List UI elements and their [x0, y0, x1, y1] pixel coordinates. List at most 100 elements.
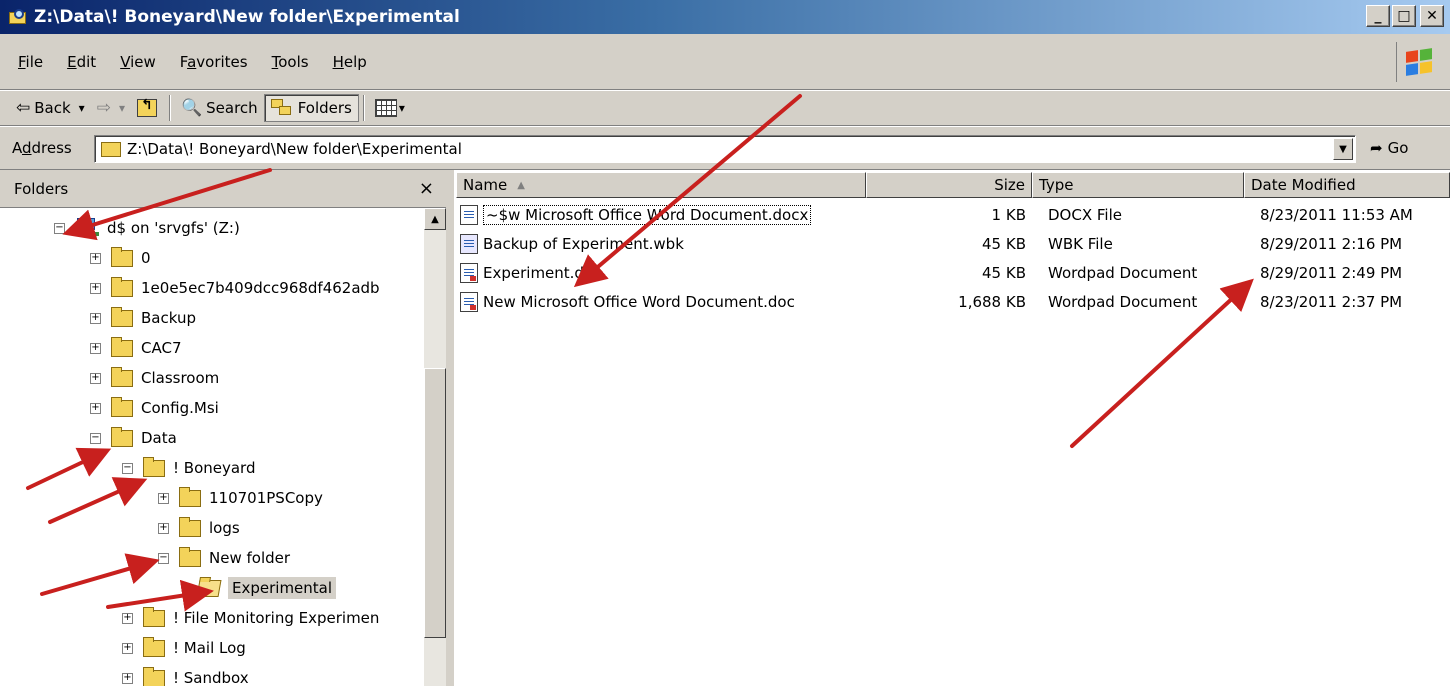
- file-size: 45 KB: [982, 264, 1026, 282]
- menu-help[interactable]: Help: [323, 51, 377, 73]
- wbk-file-icon: [460, 234, 478, 254]
- tree-item[interactable]: − Data: [90, 424, 177, 452]
- collapse-icon[interactable]: −: [158, 552, 169, 564]
- menu-edit[interactable]: Edit: [57, 51, 106, 73]
- column-header-name[interactable]: Name ▲: [456, 172, 866, 198]
- tree-item[interactable]: + Config.Msi: [90, 394, 219, 422]
- file-type: Wordpad Document: [1048, 264, 1198, 282]
- tree-item[interactable]: + ! Mail Log: [122, 634, 246, 662]
- tree-item-label: 1e0e5ec7b409dcc968df462adb: [141, 279, 380, 297]
- tree-item[interactable]: − New folder: [158, 544, 290, 572]
- expand-icon[interactable]: +: [122, 642, 133, 654]
- file-type: Wordpad Document: [1048, 293, 1198, 311]
- scroll-thumb[interactable]: [424, 368, 446, 638]
- column-header-type[interactable]: Type: [1032, 172, 1244, 198]
- file-name: Backup of Experiment.wbk: [483, 235, 684, 253]
- title-bar[interactable]: Z:\Data\! Boneyard\New folder\Experiment…: [0, 0, 1450, 34]
- back-dropdown-icon[interactable]: ▾: [79, 101, 85, 115]
- expand-icon[interactable]: +: [122, 672, 133, 684]
- address-input[interactable]: Z:\Data\! Boneyard\New folder\Experiment…: [94, 135, 1356, 163]
- menu-view[interactable]: View: [110, 51, 166, 73]
- file-size: 1,688 KB: [958, 293, 1026, 311]
- file-type: DOCX File: [1048, 206, 1122, 224]
- collapse-icon[interactable]: −: [122, 462, 133, 474]
- column-header-date-modified[interactable]: Date Modified: [1244, 172, 1450, 198]
- pane-splitter[interactable]: [446, 170, 454, 686]
- scroll-up-button[interactable]: ▲: [424, 208, 446, 230]
- file-row[interactable]: New Microsoft Office Word Document.doc 1,…: [454, 289, 1450, 315]
- column-header-size[interactable]: Size: [866, 172, 1032, 198]
- tree-item-label: Config.Msi: [141, 399, 219, 417]
- wordpad-doc-icon: [460, 263, 478, 283]
- tree-item[interactable]: + ! File Monitoring Experimen: [122, 604, 379, 632]
- expand-icon[interactable]: +: [90, 282, 101, 294]
- expand-icon[interactable]: +: [90, 342, 101, 354]
- tree-item[interactable]: + Backup: [90, 304, 196, 332]
- up-folder-button[interactable]: [131, 94, 165, 122]
- menu-favorites[interactable]: Favorites: [170, 51, 258, 73]
- maximize-button[interactable]: □: [1392, 5, 1416, 27]
- menu-tools[interactable]: Tools: [262, 51, 319, 73]
- folder-icon: [111, 336, 133, 357]
- file-row[interactable]: Backup of Experiment.wbk 45 KB WBK File 8/2…: [454, 231, 1450, 257]
- address-dropdown-button[interactable]: ▼: [1333, 138, 1353, 160]
- address-bar: Address Z:\Data\! Boneyard\New folder\Ex…: [0, 126, 1450, 170]
- folder-icon: [179, 486, 201, 507]
- folder-icon: [111, 306, 133, 327]
- file-type: WBK File: [1048, 235, 1113, 253]
- folder-icon: [111, 276, 133, 297]
- folders-pane: Folders × − d$ on 'srvgfs' (Z:) +0 +1e0e5ec…: [0, 170, 446, 686]
- views-button[interactable]: ▾: [369, 94, 411, 122]
- expand-icon[interactable]: +: [90, 372, 101, 384]
- tree-item[interactable]: +0: [90, 244, 151, 272]
- file-date-modified: 8/23/2011 11:53 AM: [1260, 206, 1413, 224]
- tree-item[interactable]: − ! Boneyard: [122, 454, 255, 482]
- tree-item[interactable]: +110701PSCopy: [158, 484, 323, 512]
- expand-icon[interactable]: +: [90, 252, 101, 264]
- tree-item[interactable]: + CAC7: [90, 334, 182, 362]
- tree-item[interactable]: +1e0e5ec7b409dcc968df462adb: [90, 274, 380, 302]
- tree-item-label: ! Mail Log: [173, 639, 246, 657]
- tree-item-label: Data: [141, 429, 177, 447]
- search-button[interactable]: 🔍 Search: [175, 94, 264, 122]
- tree-item[interactable]: + logs: [158, 514, 240, 542]
- tree-item[interactable]: + ! Sandbox: [122, 664, 249, 686]
- collapse-icon[interactable]: −: [54, 222, 65, 234]
- folder-icon: [179, 516, 201, 537]
- close-button[interactable]: ✕: [1420, 5, 1444, 27]
- file-name-cell: ~$w Microsoft Office Word Document.docx: [460, 202, 864, 228]
- menu-file[interactable]: File: [8, 51, 53, 73]
- expand-icon[interactable]: +: [158, 492, 169, 504]
- folders-button[interactable]: Folders: [263, 94, 359, 122]
- tree-item[interactable]: − d$ on 'srvgfs' (Z:): [54, 214, 240, 242]
- go-button[interactable]: ➦ Go: [1370, 139, 1408, 157]
- folder-icon: [143, 456, 165, 477]
- tree-item[interactable]: + Classroom: [90, 364, 219, 392]
- expand-icon[interactable]: +: [122, 612, 133, 624]
- file-name: ~$w Microsoft Office Word Document.docx: [483, 205, 812, 225]
- folder-icon: [143, 636, 165, 657]
- expand-icon[interactable]: +: [90, 312, 101, 324]
- search-icon: 🔍: [180, 98, 203, 118]
- tree-item-label: logs: [209, 519, 240, 537]
- expand-icon[interactable]: +: [90, 402, 101, 414]
- folder-icon: [111, 396, 133, 417]
- back-button[interactable]: ⇦ Back ▾: [10, 94, 91, 122]
- file-name: Experiment.doc: [483, 264, 602, 282]
- drive-icon: [75, 218, 99, 238]
- views-dropdown-icon: ▾: [398, 101, 405, 115]
- file-row[interactable]: Experiment.doc 45 KB Wordpad Document 8/29/…: [454, 260, 1450, 286]
- window-title: Z:\Data\! Boneyard\New folder\Experiment…: [34, 7, 460, 27]
- tree-scrollbar[interactable]: ▲: [424, 208, 446, 686]
- collapse-icon[interactable]: −: [90, 432, 101, 444]
- expand-icon[interactable]: +: [158, 522, 169, 534]
- views-icon: [374, 99, 397, 117]
- forward-button[interactable]: ⇨ ▾: [91, 94, 131, 122]
- back-arrow-icon: ⇦: [16, 98, 31, 118]
- tree-item[interactable]: Experimental: [190, 574, 337, 602]
- minimize-button[interactable]: _: [1366, 5, 1390, 27]
- menu-bar: File Edit View Favorites Tools Help: [0, 34, 1450, 90]
- close-pane-icon[interactable]: ×: [419, 178, 434, 199]
- file-row[interactable]: ~$w Microsoft Office Word Document.docx 1…: [454, 202, 1450, 228]
- forward-dropdown-icon[interactable]: ▾: [119, 101, 125, 115]
